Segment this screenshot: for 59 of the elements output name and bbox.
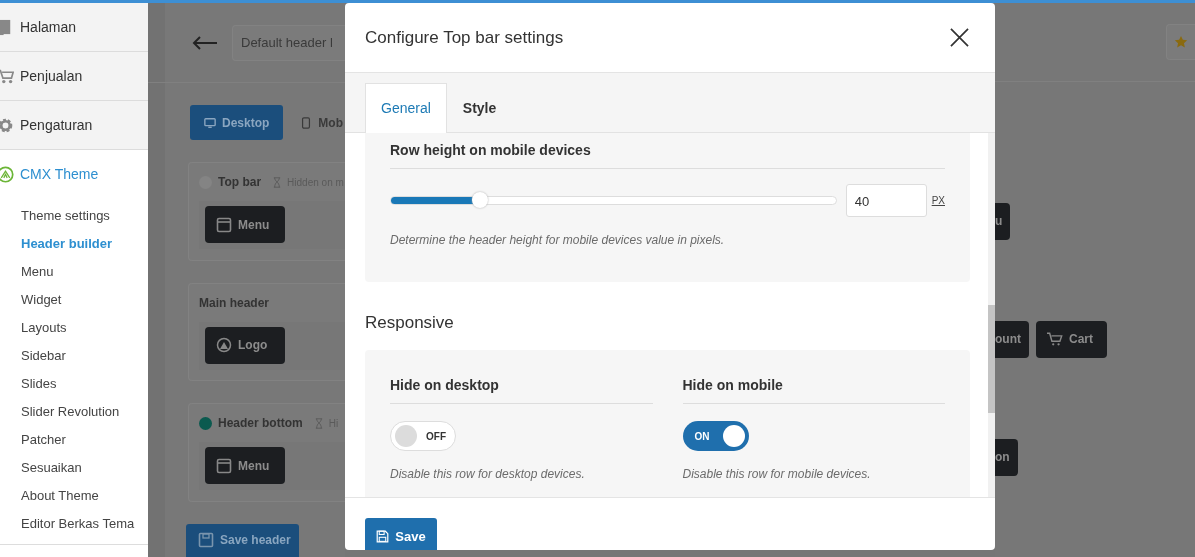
row-title: Header bottom	[218, 416, 303, 431]
submenu-item[interactable]: Header builder	[21, 230, 148, 258]
scrollbar-thumb[interactable]	[988, 305, 995, 413]
cart-icon	[1047, 331, 1063, 348]
logo-icon	[216, 337, 232, 354]
submenu-item[interactable]: Menu	[21, 258, 148, 286]
section-heading: Responsive	[365, 313, 455, 333]
submenu-item[interactable]: Layouts	[21, 314, 148, 342]
cart-icon	[0, 67, 14, 85]
nav-menu-item[interactable]: Pengaturan	[0, 101, 148, 150]
window-icon	[216, 216, 232, 233]
element-button[interactable]: Menu	[205, 447, 285, 485]
element-button[interactable]: Logo	[205, 326, 285, 364]
toggle-switch[interactable]: ON	[682, 421, 749, 451]
unit-label: PX	[931, 195, 945, 206]
theme-logo-icon	[0, 165, 14, 183]
star-icon	[1174, 34, 1188, 49]
monitor-icon	[204, 116, 216, 129]
field-label: Hide on mobile	[682, 377, 945, 404]
submenu-item[interactable]: Theme settings	[21, 202, 148, 230]
field-hint: Determine the header height for mobile devices value in pixels.	[390, 233, 726, 247]
field-hint: Disable this row for mobile devices.	[682, 467, 872, 481]
hourglass-icon	[273, 176, 282, 188]
toggle-switch[interactable]: OFF	[390, 421, 456, 451]
element-button[interactable]: Menu	[205, 206, 285, 244]
hourglass-icon	[314, 417, 323, 429]
submenu-item[interactable]: Editor Berkas Tema	[21, 510, 148, 538]
field-hint: Disable this row for desktop devices.	[390, 467, 586, 481]
phone-icon	[300, 116, 313, 129]
row-title: Main header	[199, 295, 270, 310]
submenu-item[interactable]: Patcher	[21, 426, 148, 454]
element-button[interactable]: on	[995, 438, 1018, 476]
field-label: Hide on desktop	[390, 377, 653, 404]
gear-icon	[0, 116, 14, 134]
close-icon[interactable]	[950, 28, 969, 47]
dialog-tab[interactable]: General	[365, 83, 447, 133]
dialog-title: Configure Top bar settings	[365, 27, 564, 48]
dialog-tab[interactable]: Style	[446, 83, 513, 133]
save-icon	[198, 532, 214, 549]
submenu-item[interactable]: Widget	[21, 286, 148, 314]
submenu-item[interactable]: Slider Revolution	[21, 398, 148, 426]
submenu-item[interactable]: About Theme	[21, 482, 148, 510]
element-button[interactable]: u	[995, 202, 1011, 240]
nav-menu-item[interactable]: Halaman	[0, 3, 148, 52]
element-button[interactable]: ount	[995, 320, 1029, 358]
save-button[interactable]: Save	[365, 518, 437, 550]
height-input[interactable]: 40	[845, 184, 927, 217]
window-icon	[216, 457, 232, 474]
row-title: Top bar	[218, 175, 262, 190]
submenu-item[interactable]: Slides	[21, 370, 148, 398]
field-label: Row height on mobile devices	[390, 142, 945, 169]
save-icon	[376, 529, 390, 543]
element-button[interactable]: Cart	[1036, 320, 1107, 358]
slider-thumb[interactable]	[471, 192, 488, 208]
back-arrow-icon[interactable]	[192, 35, 218, 50]
submenu-item[interactable]: Sidebar	[21, 342, 148, 370]
submenu-item[interactable]: Sesuaikan	[21, 454, 148, 482]
star-button[interactable]	[1166, 23, 1195, 60]
nav-menu-item[interactable]: Penjualan	[0, 52, 148, 101]
